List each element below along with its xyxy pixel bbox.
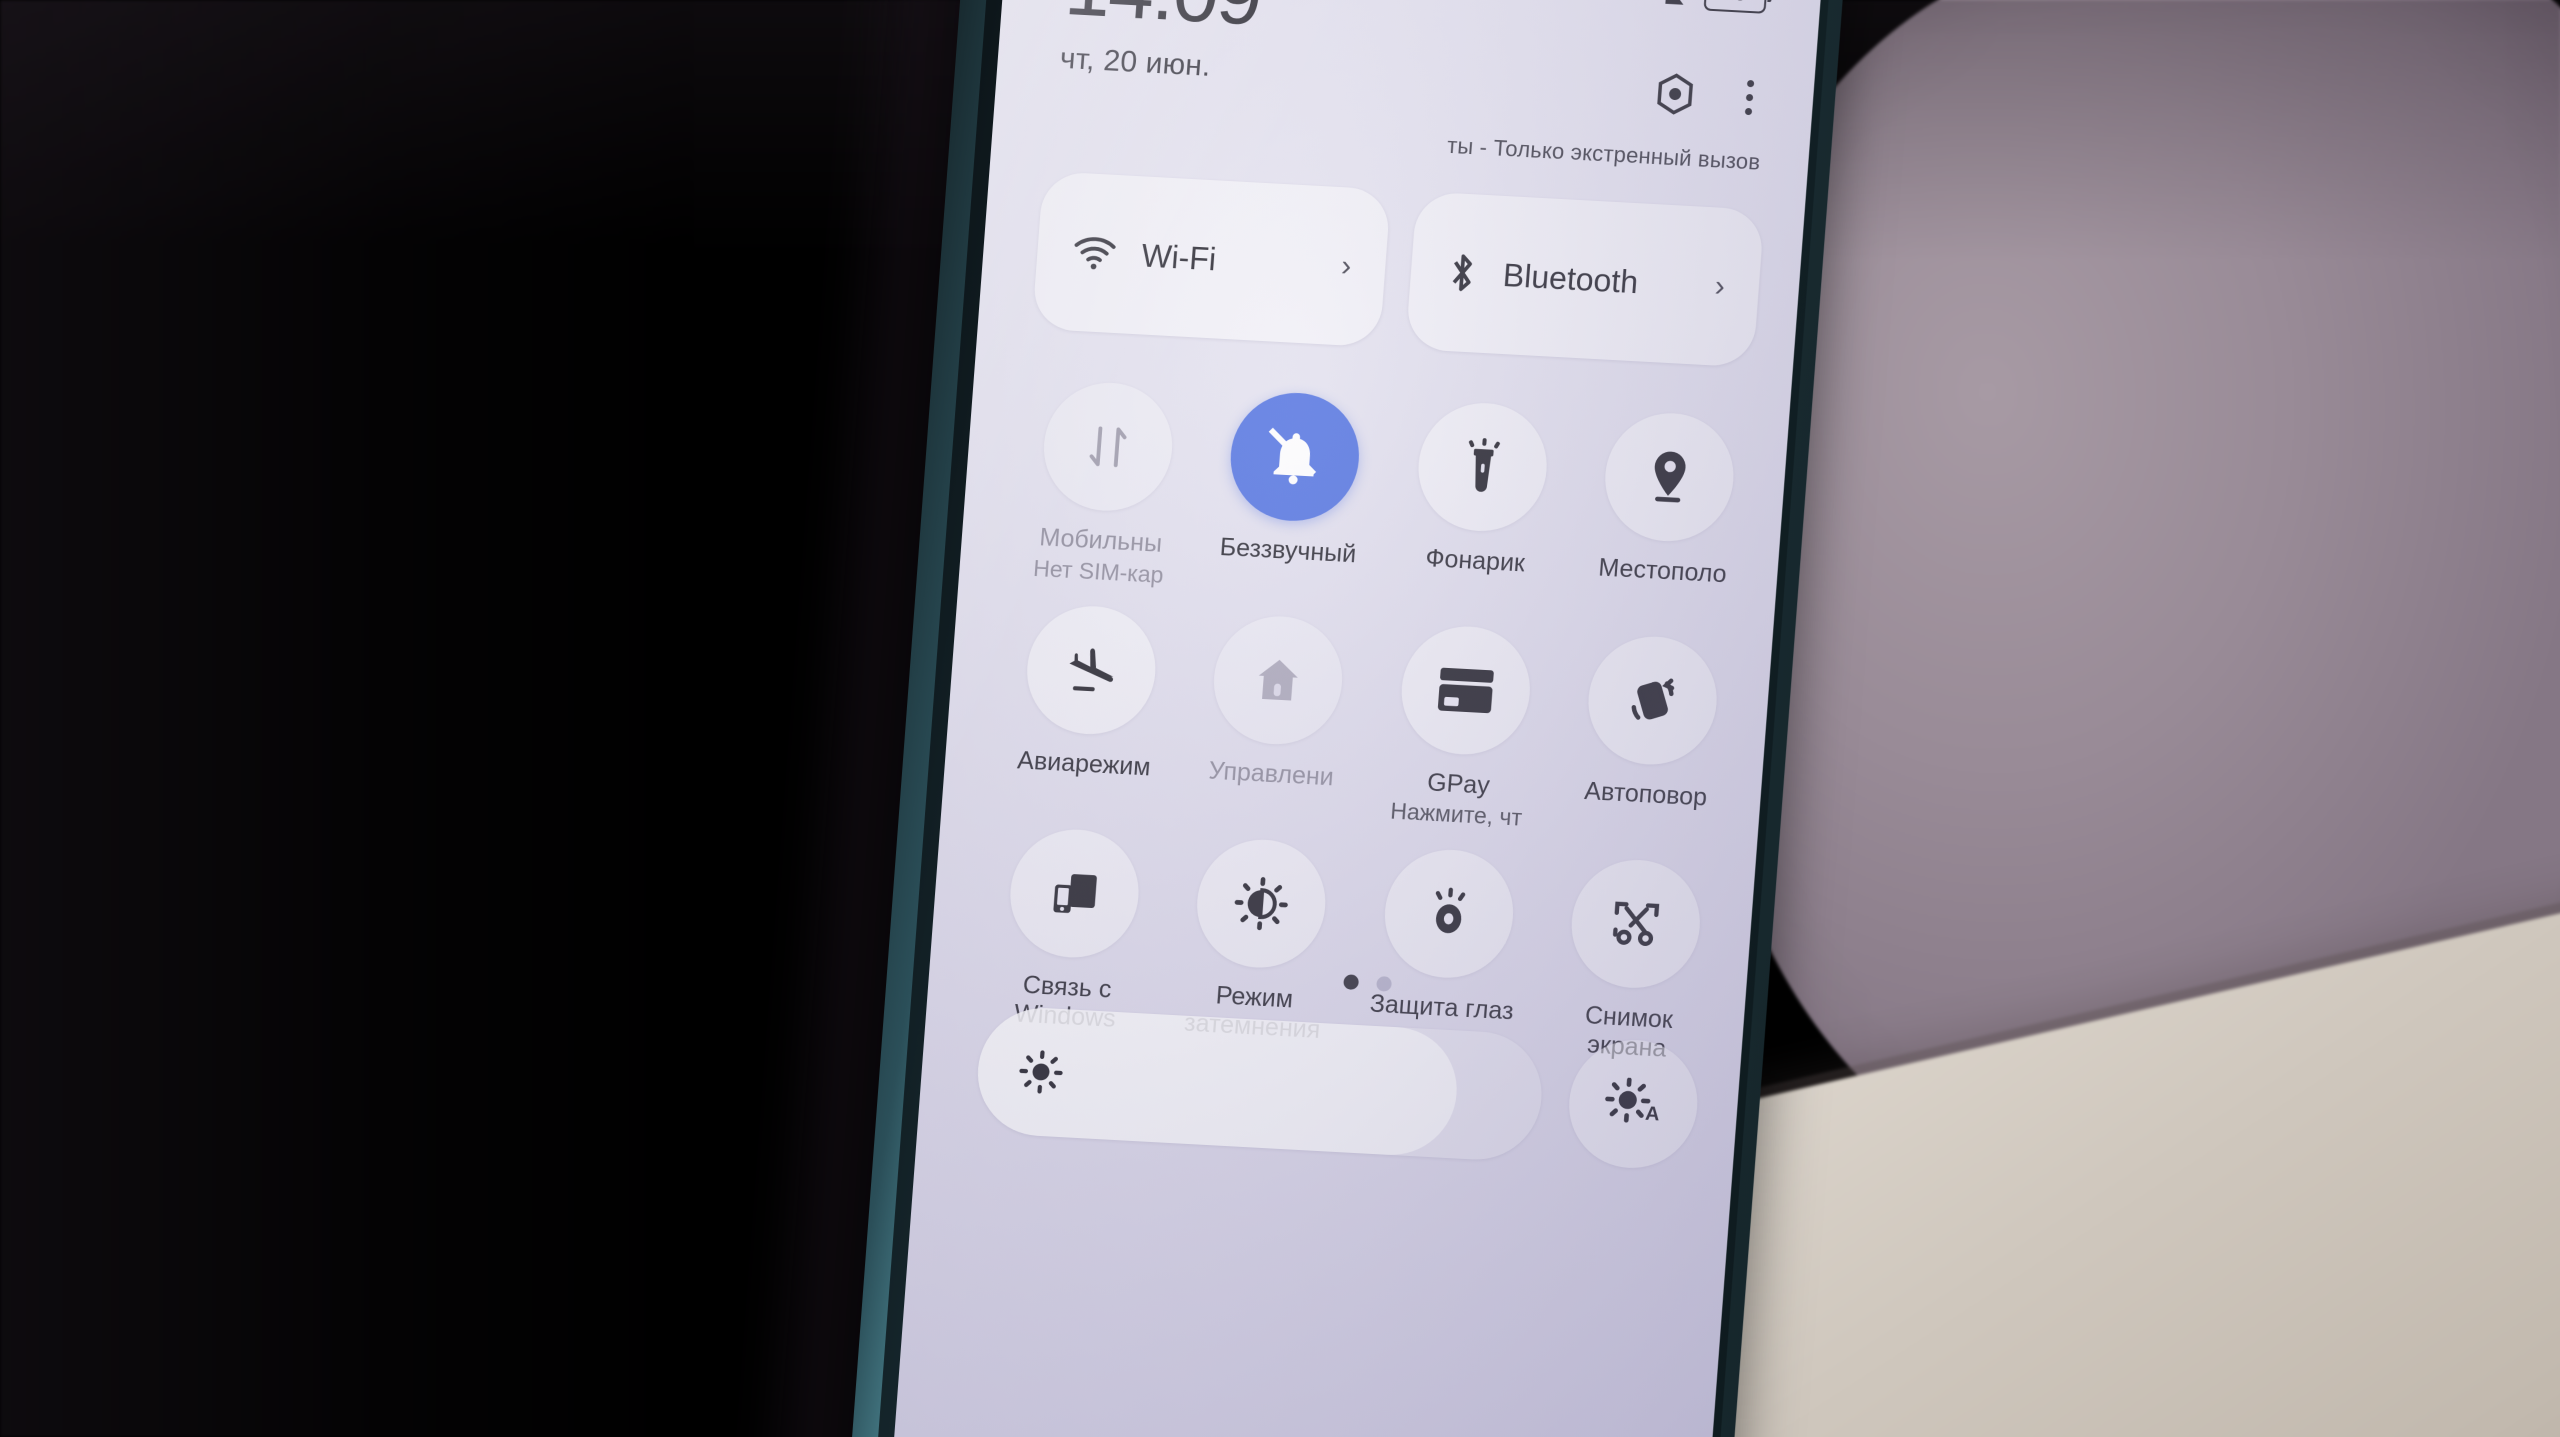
- bluetooth-label: Bluetooth: [1501, 256, 1640, 300]
- gear-icon[interactable]: [1651, 70, 1698, 116]
- battery-indicator: 95: [1703, 0, 1768, 14]
- auto-brightness-icon[interactable]: A: [1564, 1036, 1702, 1172]
- tile-label: Местополо: [1597, 553, 1728, 589]
- tile-location[interactable]: Местополо: [1571, 409, 1763, 620]
- tile-label: Мобильны: [1038, 523, 1164, 558]
- wallet-card-icon: [1396, 623, 1535, 758]
- wifi-icon: [1070, 233, 1119, 273]
- smartphone: 95 14:09 чт, 20 июн.: [771, 0, 1851, 1437]
- tile-label: Автоповор: [1583, 776, 1709, 812]
- phone-screen: 95 14:09 чт, 20 июн.: [883, 0, 1827, 1437]
- wifi-chevron-icon[interactable]: ›: [1340, 249, 1352, 283]
- connectivity-tiles: Wi-Fi › Bluetooth ›: [1031, 170, 1765, 368]
- tile-label: Управлени: [1207, 756, 1335, 792]
- bluetooth-chevron-icon[interactable]: ›: [1714, 269, 1726, 303]
- tile-label: GPay: [1426, 768, 1491, 800]
- home-icon: [1209, 612, 1348, 748]
- flashlight-icon: [1413, 399, 1552, 535]
- no-sim-icon: [1661, 0, 1690, 8]
- location-pin-icon: [1600, 409, 1739, 545]
- kebab-menu-icon[interactable]: [1740, 75, 1758, 119]
- tile-home-controls[interactable]: Управлени: [1179, 612, 1371, 823]
- page-dot-1[interactable]: [1343, 974, 1360, 991]
- link-to-windows-icon: [1005, 826, 1143, 961]
- control-centre-panel: 95 14:09 чт, 20 июн.: [883, 0, 1826, 1437]
- bluetooth-icon: [1443, 250, 1480, 296]
- clock-date: чт, 20 июн.: [1058, 41, 1212, 83]
- tile-auto-rotate[interactable]: Автоповор: [1554, 632, 1746, 843]
- tile-silent-mode[interactable]: Беззвучный: [1196, 388, 1388, 599]
- photo-scene: 95 14:09 чт, 20 июн.: [0, 0, 2560, 1437]
- clock-time: 14:09: [1062, 0, 1264, 42]
- tile-airplane-mode[interactable]: Авиарежим: [992, 601, 1184, 812]
- tile-mobile-data[interactable]: Мобильны Нет SIM-кар: [1009, 378, 1201, 589]
- tile-label: Авиарежим: [1016, 746, 1152, 782]
- clock-block: 14:09 чт, 20 июн.: [1059, 0, 1264, 86]
- airplane-icon: [1022, 602, 1160, 738]
- tile-label: Беззвучный: [1218, 533, 1358, 569]
- wifi-tile[interactable]: Wi-Fi ›: [1031, 170, 1392, 348]
- bell-off-icon: [1615, 0, 1647, 6]
- svg-text:A: A: [1644, 1103, 1660, 1126]
- auto-rotate-icon: [1584, 633, 1722, 768]
- tile-label: Фонарик: [1424, 544, 1527, 578]
- bell-off-icon: [1226, 389, 1364, 525]
- mobile-data-icon: [1039, 379, 1177, 515]
- dark-mode-icon: [1192, 836, 1331, 971]
- tile-sublabel: Нажмите, чт: [1389, 798, 1524, 832]
- eye-comfort-icon: [1380, 846, 1518, 981]
- header-actions: [1651, 70, 1759, 120]
- bluetooth-tile[interactable]: Bluetooth ›: [1405, 191, 1765, 368]
- wifi-label: Wi-Fi: [1140, 236, 1218, 277]
- page-dot-2[interactable]: [1376, 976, 1393, 992]
- carrier-status-text: ты - Только экстренный вызов: [1446, 132, 1762, 175]
- brightness-icon: [1016, 1048, 1065, 1096]
- battery-level-text: 95: [1726, 0, 1745, 6]
- tile-gpay[interactable]: GPay Нажмите, чт: [1367, 622, 1559, 833]
- tile-sublabel: Нет SIM-кар: [1032, 554, 1165, 588]
- cushion-left-shadow: [0, 0, 700, 1437]
- tile-flashlight[interactable]: Фонарик: [1383, 398, 1575, 609]
- screenshot-icon: [1567, 856, 1705, 992]
- status-bar: 95: [1615, 0, 1768, 14]
